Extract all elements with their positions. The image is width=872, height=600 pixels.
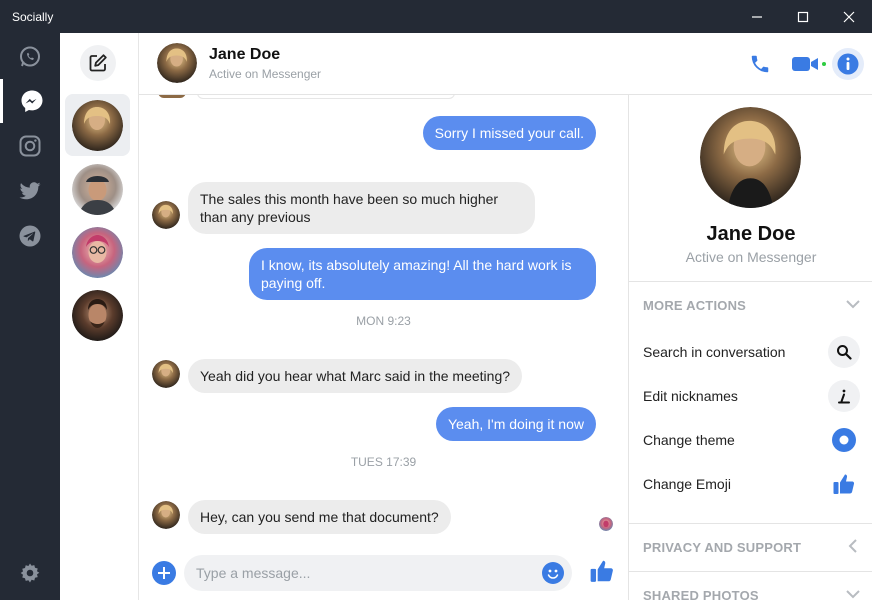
settings-button[interactable] [0,551,60,595]
minimize-button[interactable] [734,0,780,33]
contact-jane-doe[interactable] [65,94,130,156]
minimize-icon [752,15,762,18]
shared-photos-label: SHARED PHOTOS [643,588,759,600]
timestamp: MON 9:23 [356,314,411,328]
action-label: Change Emoji [643,476,731,492]
pen-icon [838,389,850,404]
more-actions-label: MORE ACTIONS [643,298,747,313]
profile-status: Active on Messenger [685,249,817,265]
search-button[interactable] [828,336,860,368]
message-input[interactable] [184,555,572,591]
composer [139,541,628,600]
message-outgoing: Sorry I missed your call. [422,116,596,150]
message-outgoing: I know, its absolutely amazing! All the … [249,248,596,300]
gear-icon [20,563,40,583]
contact-man[interactable] [65,284,130,346]
rail-item-whatsapp[interactable] [0,35,60,79]
emoji-button[interactable] [542,562,564,584]
contact-glasses[interactable] [65,221,130,283]
profile-avatar [700,107,801,208]
voice-call-button[interactable] [744,48,776,80]
compose-icon [89,54,107,72]
compose-button[interactable] [80,45,116,81]
scrolled-avatar [158,95,186,98]
privacy-support-label: PRIVACY AND SUPPORT [643,540,802,555]
action-change-emoji[interactable]: Change Emoji [629,464,872,504]
app-title: Socially [12,10,54,24]
close-button[interactable] [826,0,872,33]
whatsapp-icon [20,46,40,67]
chevron-left-icon [848,539,857,553]
message-incoming: The sales this month have been so much h… [188,182,535,234]
action-edit-nicknames[interactable]: Edit nicknames [629,376,872,416]
thumbs-up-icon [833,474,855,494]
video-camera-icon [792,57,826,71]
rail-item-telegram[interactable] [0,214,60,258]
close-icon [843,11,855,22]
avatar-man [72,289,123,341]
instagram-icon [19,135,41,157]
message-incoming: Yeah did you hear what Marc said in the … [188,359,523,393]
message-avatar [152,501,180,529]
timestamp: TUES 17:39 [350,455,417,469]
twitter-icon [19,182,41,200]
more-actions-header[interactable]: MORE ACTIONS [629,281,872,327]
action-label: Edit nicknames [643,388,738,404]
action-label: Change theme [643,432,735,448]
info-icon [837,53,859,75]
contact-status: Active on Messenger [209,67,322,81]
action-label: Search in conversation [643,344,786,360]
info-panel: Jane Doe Active on Messenger MORE ACTION… [628,95,872,600]
contact-name: Jane Doe [209,46,281,63]
avatar-cap [72,163,123,215]
theme-icon [832,428,856,452]
video-call-button[interactable] [789,48,829,80]
change-theme-button[interactable] [828,424,860,456]
message-avatar [152,201,180,229]
smiley-icon [547,569,559,579]
add-attachment-button[interactable] [152,561,176,585]
maximize-icon [797,11,809,22]
change-emoji-button[interactable] [828,468,860,500]
message-list: Sorry I missed your call. The sales this… [139,95,628,541]
message-incoming: Hey, can you send me that document? [188,500,451,534]
plus-icon [158,567,170,579]
telegram-icon [19,225,41,247]
chevron-down-icon [846,590,860,599]
messenger-icon [21,90,42,112]
contact-cap[interactable] [65,158,130,220]
profile-name: Jane Doe [706,223,796,245]
thumbs-up-icon [590,560,613,582]
chat-header: Jane Doe Active on Messenger [139,33,872,95]
shared-photos-header[interactable]: SHARED PHOTOS [629,571,872,600]
rail-item-twitter[interactable] [0,169,60,213]
privacy-support-header[interactable]: PRIVACY AND SUPPORT [629,523,872,569]
chevron-down-icon [846,300,860,309]
phone-icon [751,55,769,73]
send-like-button[interactable] [589,558,615,589]
message-avatar [152,360,180,388]
avatar-glasses [72,226,123,278]
info-button[interactable] [832,48,864,80]
app-window: Socially Jane Doe Active on Messenger So… [0,0,872,600]
rail-item-instagram[interactable] [0,124,60,168]
header-avatar[interactable] [157,43,197,83]
contacts-column [60,33,139,600]
action-change-theme[interactable]: Change theme [629,420,872,460]
rail-item-messenger[interactable] [0,79,60,123]
edit-nicknames-button[interactable] [828,380,860,412]
title-bar: Socially [0,0,872,33]
scrolled-bubble [197,95,455,99]
avatar-jane [72,99,123,151]
search-icon [837,345,852,360]
seen-avatar [599,517,613,531]
action-search-in-conversation[interactable]: Search in conversation [629,332,872,372]
message-outgoing: Yeah, I'm doing it now [435,407,596,441]
maximize-button[interactable] [780,0,826,33]
app-rail [0,33,60,600]
